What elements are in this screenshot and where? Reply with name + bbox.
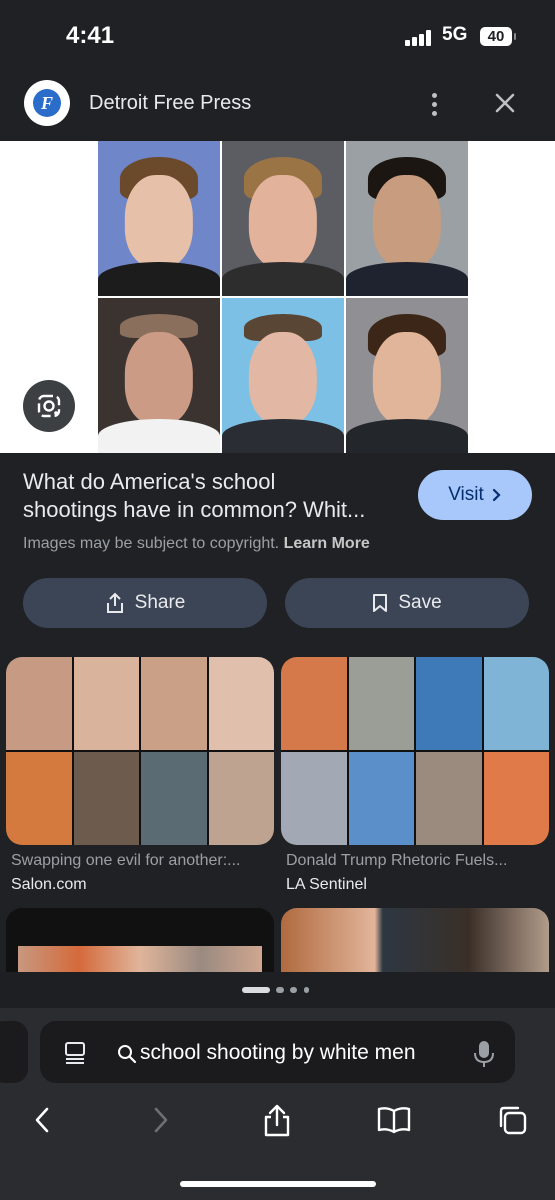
related-title[interactable]: Swapping one evil for another:... bbox=[11, 852, 273, 870]
related-image[interactable] bbox=[281, 908, 549, 978]
status-time: 4:41 bbox=[66, 22, 115, 49]
related-title[interactable]: Donald Trump Rhetoric Fuels... bbox=[286, 852, 548, 870]
copyright-text: Images may be subject to copyright. bbox=[23, 535, 280, 552]
related-image[interactable] bbox=[6, 908, 274, 978]
search-query[interactable]: school shooting by white men bbox=[140, 1041, 416, 1065]
photo-tile bbox=[98, 141, 220, 296]
status-bar: 4:41 5G 40 bbox=[0, 0, 555, 70]
share-button[interactable]: Share bbox=[23, 578, 267, 628]
preview-image[interactable] bbox=[0, 141, 555, 453]
photo-tile bbox=[222, 298, 344, 453]
chevron-right-icon bbox=[492, 488, 501, 502]
photo-tile bbox=[346, 298, 468, 453]
back-icon[interactable] bbox=[22, 1100, 62, 1140]
search-icon bbox=[116, 1043, 138, 1065]
viewer-header: F Detroit Free Press bbox=[0, 70, 555, 140]
photo-tile bbox=[222, 141, 344, 296]
photo-tile bbox=[98, 298, 220, 453]
bookmark-icon bbox=[373, 594, 388, 612]
image-title-line: shootings have in common? Whit... bbox=[23, 497, 366, 522]
photo-tile bbox=[346, 141, 468, 296]
battery-icon: 40 bbox=[480, 27, 516, 46]
learn-more-link[interactable]: Learn More bbox=[284, 535, 370, 552]
copyright-notice: Images may be subject to copyright. Lear… bbox=[23, 535, 370, 553]
related-source[interactable]: LA Sentinel bbox=[286, 876, 367, 894]
related-source[interactable]: Salon.com bbox=[11, 876, 87, 894]
previous-tab[interactable] bbox=[0, 1021, 28, 1083]
image-title-line: What do America's school bbox=[23, 469, 276, 494]
network-label: 5G bbox=[442, 24, 468, 45]
image-title[interactable]: What do America's school shootings have … bbox=[23, 468, 403, 524]
share-label: Share bbox=[134, 592, 186, 613]
reader-icon[interactable] bbox=[62, 1040, 88, 1066]
save-button[interactable]: Save bbox=[285, 578, 529, 628]
mic-icon[interactable] bbox=[472, 1039, 496, 1069]
forward-icon[interactable] bbox=[141, 1100, 181, 1140]
more-vert-icon[interactable] bbox=[424, 90, 444, 120]
photo-mosaic bbox=[98, 141, 468, 453]
visit-label: Visit bbox=[448, 484, 484, 505]
home-indicator[interactable] bbox=[180, 1181, 376, 1187]
lens-icon[interactable] bbox=[23, 380, 75, 432]
site-name[interactable]: Detroit Free Press bbox=[89, 92, 251, 115]
site-logo[interactable]: F bbox=[24, 80, 70, 126]
save-label: Save bbox=[398, 592, 442, 613]
visit-button[interactable]: Visit bbox=[418, 470, 532, 520]
share-icon bbox=[106, 592, 123, 613]
close-icon[interactable] bbox=[490, 88, 520, 118]
signal-icon bbox=[405, 30, 435, 46]
related-image[interactable] bbox=[6, 657, 274, 845]
book-icon[interactable] bbox=[374, 1100, 414, 1140]
tabs-icon[interactable] bbox=[492, 1100, 532, 1140]
site-logo-mark: F bbox=[33, 89, 61, 117]
upload-icon[interactable] bbox=[257, 1100, 297, 1140]
related-image[interactable] bbox=[281, 657, 549, 845]
